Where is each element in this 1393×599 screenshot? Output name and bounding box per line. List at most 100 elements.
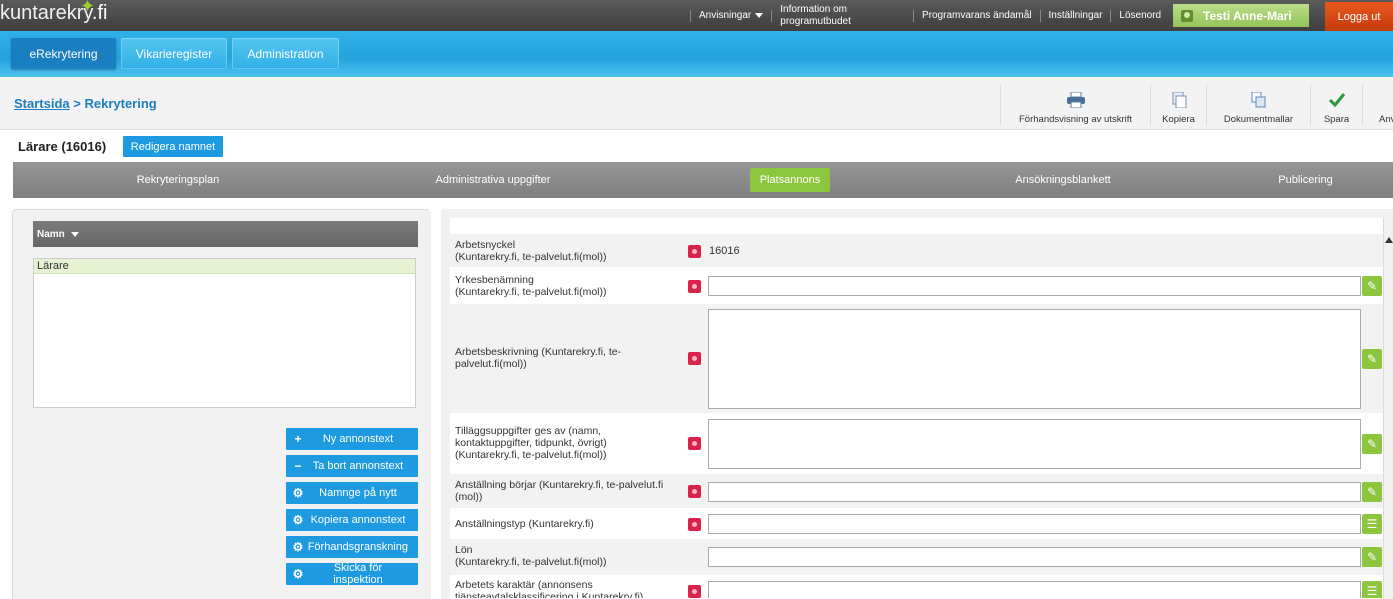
form-row-job-key: Arbetsnyckel (Kuntarekry.fi, te-palvelut.… <box>450 234 1384 268</box>
user-button[interactable]: Testi Anne-Mari <box>1173 4 1309 27</box>
step-application-form[interactable]: Ansökningsblankett <box>1003 162 1123 198</box>
info-link[interactable]: Information om programutbudet <box>780 4 851 28</box>
step-recruitment-plan[interactable]: Rekryteringsplan <box>113 162 243 198</box>
ad-text-list: Lärare <box>33 258 416 408</box>
notices-label: Anvisningar <box>699 10 752 21</box>
toolbar-strip: Startsida > Rekrytering Förhandsvisning … <box>0 77 1393 130</box>
contact-textarea[interactable] <box>708 419 1361 469</box>
purpose-link[interactable]: Programvarans ändamål <box>922 10 1032 21</box>
step-publishing[interactable]: Publicering <box>1263 162 1348 198</box>
preview-label: Förhandsvisning av utskrift <box>1019 114 1132 125</box>
rename-ad-text-button[interactable]: ⚙ Namnge på nytt <box>286 482 418 504</box>
step-label: Rekryteringsplan <box>136 174 220 186</box>
gear-icon: ⚙ <box>292 513 304 527</box>
button-label: Ta bort annonstext <box>312 460 404 472</box>
grid-header-label: Namn <box>37 228 65 240</box>
info-label-line1: Information om <box>780 3 847 15</box>
field-label: Anställningstyp (Kuntarekry.fi) <box>455 518 594 530</box>
chevron-down-icon <box>755 12 764 18</box>
button-label: Kopiera annonstext <box>310 514 406 526</box>
form-scrollbar[interactable] <box>1383 218 1393 599</box>
required-icon <box>688 485 701 498</box>
top-bar: kuntarekry.fi ✦ Anvisningar Information … <box>0 0 1393 31</box>
user-icon <box>1181 9 1193 22</box>
title-input[interactable] <box>708 276 1361 296</box>
logo-text: kuntarekry <box>0 2 92 24</box>
required-icon <box>688 245 701 258</box>
delete-ad-text-button[interactable]: − Ta bort annonstext <box>286 455 418 477</box>
edit-pencil-icon[interactable]: ✎ <box>1362 434 1382 454</box>
edit-pencil-icon[interactable]: ✎ <box>1362 547 1382 567</box>
top-nav: Anvisningar Information om programutbudet <box>682 0 851 31</box>
divider <box>690 9 691 22</box>
copy-icon <box>1170 91 1188 109</box>
sort-down-icon <box>70 231 79 237</box>
breadcrumb: Startsida > Rekrytering <box>14 96 157 111</box>
rename-button[interactable]: Redigera namnet <box>123 136 223 157</box>
step-label: Platsannons <box>749 168 831 192</box>
form-row-employment-type: Anställningstyp (Kuntarekry.fi) ☰ <box>450 509 1384 539</box>
templates-button[interactable]: Dokumentmallar <box>1206 85 1310 125</box>
preview-ad-button[interactable]: ⚙ Förhandsgranskning <box>286 536 418 558</box>
password-link[interactable]: Lösenord <box>1119 10 1161 21</box>
breadcrumb-separator: > <box>73 96 81 111</box>
more-label: Anv <box>1379 114 1393 125</box>
field-label: Arbetets karaktär (annonsens tjänsteavtal… <box>455 579 644 599</box>
user-name: Testi Anne-Mari <box>1203 8 1292 23</box>
new-ad-text-button[interactable]: + Ny annonstext <box>286 428 418 450</box>
more-button[interactable]: Anv <box>1362 85 1393 125</box>
job-character-input[interactable] <box>708 581 1361 598</box>
required-icon <box>688 280 701 293</box>
preview-button[interactable]: Förhandsvisning av utskrift <box>1000 85 1150 125</box>
documents-icon <box>1250 91 1268 108</box>
field-label: Tilläggsuppgifter ges av (namn, kontaktup… <box>455 425 607 461</box>
notices-menu[interactable]: Anvisningar <box>699 10 764 21</box>
grid-header-name[interactable]: Namn <box>33 221 418 247</box>
field-label: Yrkesbenämning (Kuntarekry.fi, te-palvelu… <box>455 274 607 298</box>
step-bar: Rekryteringsplan Administrativa uppgifte… <box>13 162 1393 198</box>
button-label: Namnge på nytt <box>319 487 397 499</box>
scroll-up-icon[interactable] <box>1385 237 1393 243</box>
tab-vikarieregister[interactable]: Vikarieregister <box>121 38 227 69</box>
logout-button[interactable]: Logga ut <box>1325 2 1393 31</box>
breadcrumb-home[interactable]: Startsida <box>14 96 70 111</box>
top-nav-right: Programvarans ändamål Inställningar Löse… <box>905 0 1161 31</box>
description-textarea[interactable] <box>708 309 1361 409</box>
minus-icon: − <box>294 459 302 473</box>
plus-icon: + <box>294 432 302 446</box>
required-icon <box>688 437 701 450</box>
edit-pencil-icon[interactable]: ✎ <box>1362 276 1382 296</box>
templates-label: Dokumentmallar <box>1223 114 1294 125</box>
form-row-job-character: Arbetets karaktär (annonsens tjänsteavtal… <box>450 576 1384 599</box>
edit-pencil-icon[interactable]: ✎ <box>1362 482 1382 502</box>
step-admin-tasks[interactable]: Administrativa uppgifter <box>413 162 573 198</box>
step-label: Publicering <box>1278 174 1333 186</box>
job-key-value: 16016 <box>709 245 740 257</box>
employment-type-input[interactable] <box>708 514 1361 534</box>
edit-pencil-icon[interactable]: ✎ <box>1362 349 1382 369</box>
salary-input[interactable] <box>708 547 1361 567</box>
breadcrumb-current: Rekrytering <box>84 96 157 111</box>
main-nav: eRekrytering Vikarieregister Administrat… <box>0 31 1393 77</box>
tab-administration[interactable]: Administration <box>232 38 339 69</box>
form-row-contact: Tilläggsuppgifter ges av (namn, kontaktup… <box>450 414 1384 474</box>
tab-erekrytering[interactable]: eRekrytering <box>11 38 116 69</box>
step-label: Administrativa uppgifter <box>435 174 551 186</box>
settings-link[interactable]: Inställningar <box>1049 10 1103 21</box>
button-label: Ny annonstext <box>322 433 394 445</box>
list-item[interactable]: Lärare <box>34 259 415 274</box>
brand-logo[interactable]: kuntarekry.fi ✦ <box>0 0 107 30</box>
step-job-ad[interactable]: Platsannons <box>740 162 840 198</box>
form-row-start: Anställning börjar (Kuntarekry.fi, te-pa… <box>450 474 1384 509</box>
divider <box>771 9 773 22</box>
list-select-icon[interactable]: ☰ <box>1362 581 1382 598</box>
send-inspection-button[interactable]: ⚙ Skicka för inspektion <box>286 562 418 586</box>
save-button[interactable]: Spara <box>1310 85 1362 125</box>
divider <box>1039 9 1041 22</box>
copy-label: Kopiera <box>1162 114 1195 125</box>
start-date-input[interactable] <box>708 482 1361 502</box>
list-select-icon[interactable]: ☰ <box>1362 514 1382 534</box>
copy-ad-text-button[interactable]: ⚙ Kopiera annonstext <box>286 509 418 531</box>
gear-icon: ⚙ <box>292 486 304 500</box>
copy-button[interactable]: Kopiera <box>1150 85 1206 125</box>
